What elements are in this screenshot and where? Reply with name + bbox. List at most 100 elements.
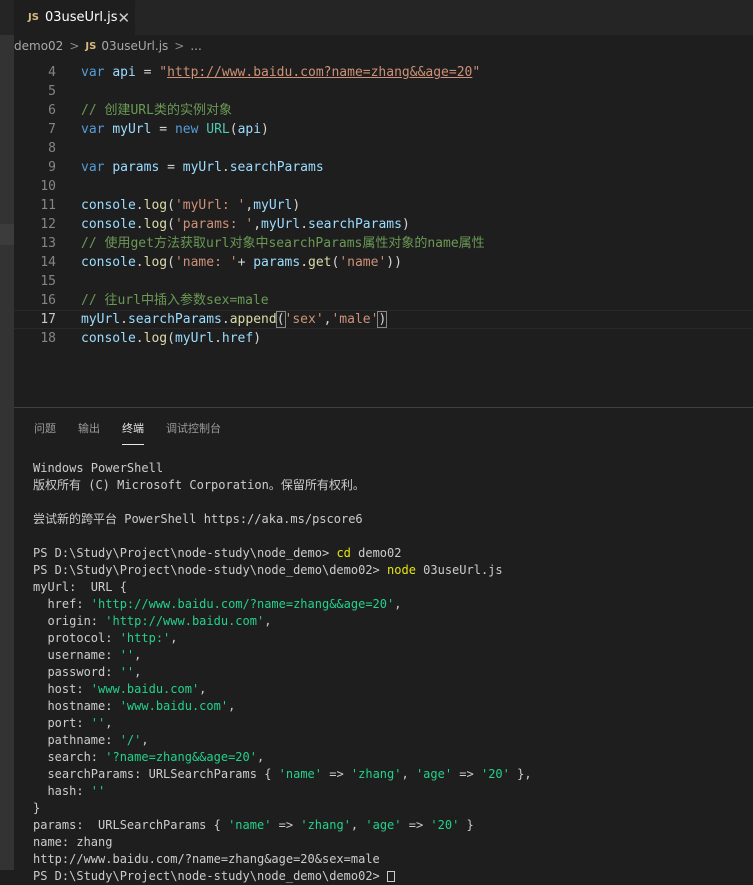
- terminal-line: hostname: 'www.baidu.com',: [33, 698, 532, 715]
- code-token: .: [135, 198, 144, 213]
- code-line[interactable]: 18 console.log(myUrl.href): [14, 329, 753, 348]
- terminal-line: name: zhang: [33, 834, 532, 851]
- terminal-text: },: [509, 767, 532, 781]
- code-token: ): [292, 198, 301, 213]
- js-file-icon: JS: [28, 12, 39, 23]
- bottom-panel: 问题 输出 终端 调试控制台 Windows PowerShell 版权所有 (C) M…: [14, 407, 753, 883]
- terminal-text: PS D:\Study\Project\node-study\node_demo…: [33, 869, 388, 883]
- code-token: )): [386, 255, 402, 270]
- terminal-text: 'age': [365, 818, 402, 832]
- close-icon[interactable]: ✕: [117, 9, 130, 27]
- code-line[interactable]: 10: [14, 177, 753, 196]
- terminal-text: '20': [480, 767, 510, 781]
- panel-tab[interactable]: 输出: [78, 420, 100, 445]
- terminal-output[interactable]: Windows PowerShell 版权所有 (C) Microsoft Cor…: [33, 460, 532, 885]
- terminal-text: 'name': [278, 767, 322, 781]
- code-line[interactable]: 12 console.log('params: ',myUrl.searchPar…: [14, 215, 753, 234]
- code-token: var: [81, 65, 105, 80]
- terminal-text: 'www.baidu.com': [119, 699, 229, 713]
- code-token: // 创建URL类的实例对象: [81, 103, 232, 118]
- terminal-line: host: 'www.baidu.com',: [33, 681, 532, 698]
- code-line[interactable]: 8: [14, 139, 753, 158]
- terminal-text: =>: [322, 767, 351, 781]
- code-token: myUrl: [174, 331, 215, 346]
- breadcrumb: demo02 > JS 03useUrl.js > ...: [14, 35, 753, 57]
- terminal-line: PS D:\Study\Project\node-study\node_demo…: [33, 562, 532, 579]
- terminal-text: ,: [134, 665, 142, 679]
- code-token: api: [112, 65, 136, 80]
- code-text: console.log('myUrl: ',myUrl): [81, 196, 300, 215]
- code-token: 'male': [331, 312, 379, 327]
- code-token: myUrl: [182, 160, 222, 175]
- editor-tab[interactable]: JS 03useUrl.js ✕: [14, 0, 135, 35]
- code-line[interactable]: 17 myUrl.searchParams.append('sex','male'…: [14, 310, 753, 329]
- code-line[interactable]: 5: [14, 82, 753, 101]
- code-token: (: [167, 331, 175, 346]
- terminal-text: 版权所有 (C) Microsoft Corporation。保留所有权利。: [33, 478, 365, 492]
- panel-tab[interactable]: 调试控制台: [166, 420, 221, 445]
- terminal-text: searchParams: URLSearchParams {: [33, 767, 279, 781]
- code-token: (: [167, 217, 175, 232]
- code-token: .: [214, 331, 222, 346]
- terminal-text: =>: [401, 818, 431, 832]
- code-line[interactable]: 15: [14, 272, 753, 291]
- panel-tab[interactable]: 问题: [34, 420, 56, 445]
- code-line[interactable]: 13 // 使用get方法获取url对象中searchParams属性对象的nam…: [14, 234, 753, 253]
- terminal-line: port: '',: [33, 715, 532, 732]
- terminal-text: 'age': [415, 767, 453, 781]
- code-token: console: [81, 331, 136, 346]
- terminal-text: 'zhang': [300, 818, 351, 832]
- code-line[interactable]: 9 var params = myUrl.searchParams: [14, 158, 753, 177]
- terminal-text: username:: [33, 648, 120, 662]
- terminal-text: }: [459, 818, 474, 832]
- terminal-text: 'name': [228, 818, 272, 832]
- tab-bar: JS 03useUrl.js ✕: [0, 0, 753, 35]
- code-token: // 使用get方法获取url对象中searchParams属性对象的name属…: [81, 236, 485, 251]
- code-token: href: [221, 331, 254, 346]
- code-text: // 往url中插入参数sex=male: [81, 291, 269, 310]
- terminal-line: username: '',: [33, 647, 532, 664]
- code-token: .: [300, 217, 309, 232]
- terminal-line: protocol: 'http:',: [33, 630, 532, 647]
- code-token: myUrl: [261, 217, 301, 232]
- terminal-line: href: 'http://www.baidu.com/?name=zhang&…: [33, 596, 532, 613]
- breadcrumb-file[interactable]: 03useUrl.js: [101, 39, 168, 53]
- code-token: params: [112, 160, 160, 175]
- terminal-text: '': [119, 648, 135, 662]
- code-line[interactable]: 6 // 创建URL类的实例对象: [14, 101, 753, 120]
- code-token: (: [229, 122, 238, 137]
- code-token: searchParams: [127, 312, 222, 327]
- line-number: 6: [48, 103, 56, 118]
- chevron-right-icon: >: [174, 39, 185, 53]
- panel-tabs: 问题 输出 终端 调试控制台: [34, 420, 243, 445]
- terminal-text: =>: [271, 818, 301, 832]
- code-line[interactable]: 4 var api = "http://www.baidu.com?name=zh…: [14, 63, 753, 82]
- code-token: ": [159, 65, 168, 80]
- code-token: (: [167, 198, 175, 213]
- terminal-text: hostname:: [33, 699, 120, 713]
- terminal-line: password: '',: [33, 664, 532, 681]
- code-line[interactable]: 11 console.log('myUrl: ',myUrl): [14, 196, 753, 215]
- code-token: 'name: ': [174, 255, 238, 270]
- code-line[interactable]: 14 console.log('name: '+ params.get('name…: [14, 253, 753, 272]
- code-line[interactable]: 16 // 往url中插入参数sex=male: [14, 291, 753, 310]
- code-editor[interactable]: 4 var api = "http://www.baidu.com?name=zh…: [14, 57, 753, 407]
- line-number: 4: [48, 65, 56, 80]
- line-number: 9: [48, 160, 56, 175]
- code-token: append: [229, 312, 277, 327]
- code-token: log: [143, 255, 168, 270]
- code-token: ): [377, 311, 388, 328]
- code-token: console: [81, 217, 136, 232]
- breadcrumb-folder[interactable]: demo02: [14, 39, 63, 53]
- code-text: var params = myUrl.searchParams: [81, 158, 324, 177]
- terminal-text: =>: [452, 767, 481, 781]
- code-token: var: [81, 122, 105, 137]
- breadcrumb-more[interactable]: ...: [190, 39, 201, 53]
- line-number: 13: [40, 236, 56, 251]
- panel-tab[interactable]: 终端: [122, 420, 144, 445]
- code-line[interactable]: 7 var myUrl = new URL(api): [14, 120, 753, 139]
- code-token: .: [300, 255, 309, 270]
- terminal-text: ,: [134, 648, 142, 662]
- terminal-line: }: [33, 800, 532, 817]
